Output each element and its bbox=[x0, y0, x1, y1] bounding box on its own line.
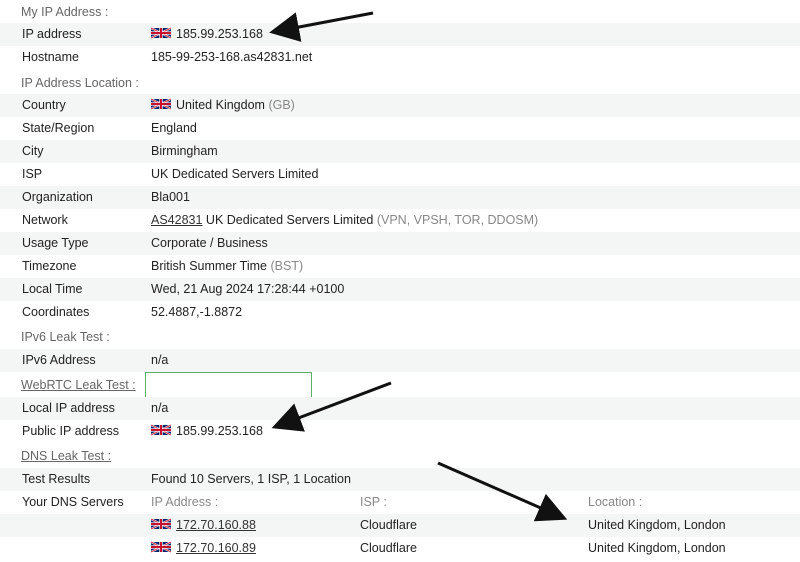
dns-col-ip-header: IP Address : bbox=[151, 495, 219, 509]
organization-value: Bla001 bbox=[151, 190, 190, 204]
state-value: England bbox=[151, 121, 197, 135]
state-row: State/Region England bbox=[0, 117, 800, 140]
dns-col-location-header: Location : bbox=[588, 495, 643, 509]
section-webrtc-heading[interactable]: WebRTC Leak Test : bbox=[21, 374, 136, 397]
coordinates-row: Coordinates 52.4887,-1.8872 bbox=[0, 301, 800, 324]
timezone-row: Timezone British Summer Time (BST) bbox=[0, 255, 800, 278]
coordinates-value: 52.4887,-1.8872 bbox=[151, 305, 243, 319]
dns-server-ip-link[interactable]: 172.70.160.89 bbox=[176, 541, 256, 555]
dns-server-ip-cell: 172.70.160.88 bbox=[151, 514, 256, 537]
public-ip-label: Public IP address bbox=[22, 424, 120, 438]
isp-value: UK Dedicated Servers Limited bbox=[151, 167, 319, 181]
isp-label: ISP bbox=[22, 167, 43, 181]
coordinates-label: Coordinates bbox=[22, 305, 90, 319]
dns-col-isp-header: ISP : bbox=[360, 495, 387, 509]
usage-type-value: Corporate / Business bbox=[151, 236, 268, 250]
ipv6-label: IPv6 Address bbox=[22, 353, 96, 367]
local-time-label: Local Time bbox=[22, 282, 83, 296]
uk-flag-icon bbox=[151, 423, 171, 437]
section-my-ip-heading: My IP Address : bbox=[21, 5, 109, 19]
webrtc-highlight-box bbox=[145, 372, 312, 399]
usage-type-row: Usage Type Corporate / Business bbox=[0, 232, 800, 255]
dns-server-location: United Kingdom, London bbox=[588, 541, 726, 555]
usage-type-label: Usage Type bbox=[22, 236, 89, 250]
public-ip-value: 185.99.253.168 bbox=[176, 424, 263, 438]
hostname-label: Hostname bbox=[22, 50, 79, 64]
network-asn-link[interactable]: AS42831 bbox=[151, 213, 202, 227]
uk-flag-icon bbox=[151, 540, 171, 554]
local-time-value: Wed, 21 Aug 2024 17:28:44 +0100 bbox=[151, 282, 345, 296]
test-results-value: Found 10 Servers, 1 ISP, 1 Location bbox=[151, 472, 351, 486]
city-value: Birmingham bbox=[151, 144, 218, 158]
dns-server-ip-link[interactable]: 172.70.160.88 bbox=[176, 518, 256, 532]
uk-flag-icon bbox=[151, 97, 171, 111]
test-results-row: Test Results Found 10 Servers, 1 ISP, 1 … bbox=[0, 468, 800, 491]
ip-address-label: IP address bbox=[22, 27, 82, 41]
country-code: (GB) bbox=[268, 98, 295, 112]
hostname-row: Hostname 185-99-253-168.as42831.net bbox=[0, 46, 800, 69]
local-ip-row: Local IP address n/a bbox=[0, 397, 800, 420]
dns-server-ip-cell: 172.70.160.89 bbox=[151, 537, 256, 560]
dns-servers-label: Your DNS Servers bbox=[22, 495, 124, 509]
local-time-row: Local Time Wed, 21 Aug 2024 17:28:44 +01… bbox=[0, 278, 800, 301]
network-tags: (VPN, VPSH, TOR, DDOSM) bbox=[376, 213, 539, 227]
local-ip-value: n/a bbox=[151, 401, 169, 415]
dns-server-row: 172.70.160.89 Cloudflare United Kingdom,… bbox=[0, 537, 800, 560]
state-label: State/Region bbox=[22, 121, 95, 135]
dns-servers-header-row: Your DNS Servers IP Address : ISP : Loca… bbox=[0, 491, 800, 514]
timezone-abbr: (BST) bbox=[270, 259, 304, 273]
network-row: Network AS42831 UK Dedicated Servers Lim… bbox=[0, 209, 800, 232]
ipv6-value: n/a bbox=[151, 353, 169, 367]
country-label: Country bbox=[22, 98, 66, 112]
section-location-heading: IP Address Location : bbox=[21, 76, 139, 90]
timezone-value: British Summer Time bbox=[151, 259, 267, 273]
public-ip-value-cell: 185.99.253.168 bbox=[151, 420, 263, 443]
timezone-value-cell: British Summer Time (BST) bbox=[151, 255, 303, 278]
country-value: United Kingdom bbox=[176, 98, 265, 112]
ipv6-row: IPv6 Address n/a bbox=[0, 349, 800, 372]
country-value-cell: United Kingdom (GB) bbox=[151, 94, 295, 117]
timezone-label: Timezone bbox=[22, 259, 77, 273]
dns-server-isp: Cloudflare bbox=[360, 518, 417, 532]
ip-address-row: IP address 185.99.253.168 bbox=[0, 23, 800, 46]
organization-label: Organization bbox=[22, 190, 93, 204]
city-label: City bbox=[22, 144, 44, 158]
country-row: Country United Kingdom (GB) bbox=[0, 94, 800, 117]
network-value-cell: AS42831 UK Dedicated Servers Limited (VP… bbox=[151, 209, 538, 232]
test-results-label: Test Results bbox=[22, 472, 91, 486]
ip-address-value: 185.99.253.168 bbox=[176, 27, 263, 41]
uk-flag-icon bbox=[151, 517, 171, 531]
section-ipv6-heading: IPv6 Leak Test : bbox=[21, 330, 110, 344]
section-dns-heading[interactable]: DNS Leak Test : bbox=[21, 445, 111, 468]
dns-server-row: 172.70.160.88 Cloudflare United Kingdom,… bbox=[0, 514, 800, 537]
organization-row: Organization Bla001 bbox=[0, 186, 800, 209]
hostname-value: 185-99-253-168.as42831.net bbox=[151, 50, 313, 64]
dns-server-location: United Kingdom, London bbox=[588, 518, 726, 532]
dns-server-isp: Cloudflare bbox=[360, 541, 417, 555]
ip-address-value-cell: 185.99.253.168 bbox=[151, 23, 263, 46]
city-row: City Birmingham bbox=[0, 140, 800, 163]
local-ip-label: Local IP address bbox=[22, 401, 115, 415]
isp-row: ISP UK Dedicated Servers Limited bbox=[0, 163, 800, 186]
uk-flag-icon bbox=[151, 26, 171, 40]
network-label: Network bbox=[22, 213, 68, 227]
public-ip-row: Public IP address 185.99.253.168 bbox=[0, 420, 800, 443]
network-name: UK Dedicated Servers Limited bbox=[205, 213, 374, 227]
